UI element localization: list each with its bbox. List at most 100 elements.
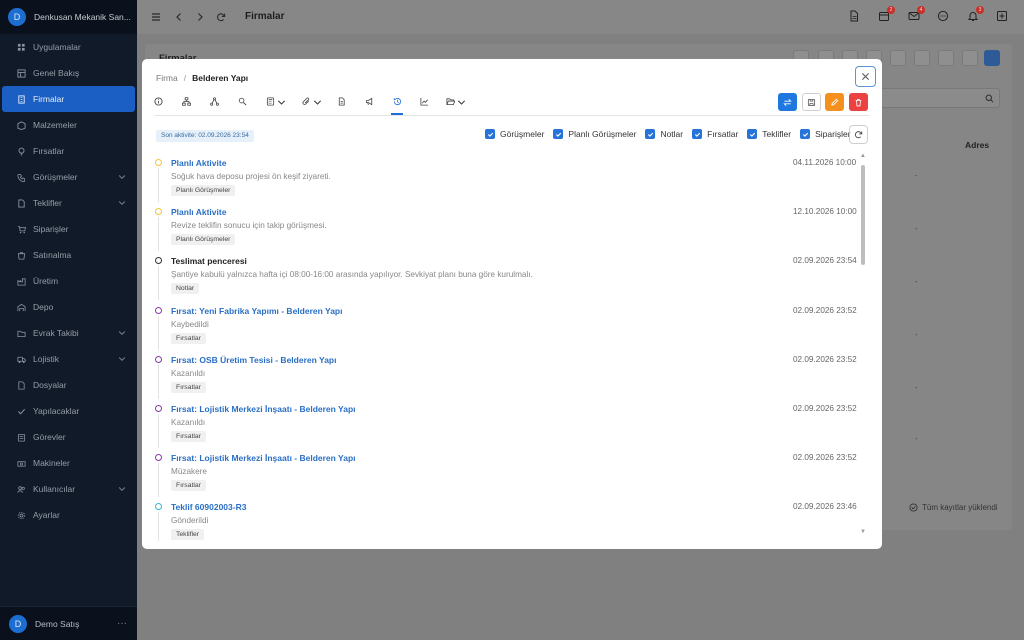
filter-checkbox[interactable]: Görüşmeler xyxy=(485,129,544,139)
sidebar-item[interactable]: Makineler xyxy=(0,450,137,476)
sidebar-item[interactable]: Görüşmeler xyxy=(0,164,137,190)
tab-info[interactable] xyxy=(154,95,163,115)
chevron-down-icon[interactable] xyxy=(118,485,126,493)
bg-settings-button[interactable] xyxy=(890,50,906,66)
bg-add-button[interactable] xyxy=(984,50,1000,66)
event-title[interactable]: Fırsat: OSB Üretim Tesisi - Belderen Yap… xyxy=(171,355,337,365)
scroll-up-arrow[interactable]: ▲ xyxy=(860,153,866,159)
bg-cell: - xyxy=(915,171,918,180)
checkbox-checked-icon[interactable] xyxy=(747,129,758,139)
sidebar-item[interactable]: Evrak Takibi xyxy=(0,320,137,346)
chevron-down-icon[interactable] xyxy=(118,199,126,207)
swap-icon xyxy=(783,98,792,107)
hamburger-icon[interactable] xyxy=(151,12,161,22)
sidebar-item[interactable]: Üretim xyxy=(0,268,137,294)
sidebar-footer[interactable]: D Demo Satış ··· xyxy=(0,606,137,640)
sidebar-menu: Uygulamalar Genel Bakış Firmalar Malzemeler… xyxy=(0,34,137,528)
event-title[interactable]: Planlı Aktivite xyxy=(171,158,226,168)
timeline-line xyxy=(158,266,159,301)
tab-campaigns[interactable] xyxy=(365,95,374,115)
close-button[interactable] xyxy=(855,66,876,87)
tab-statistics[interactable] xyxy=(420,95,429,115)
sidebar-item[interactable]: Uygulamalar xyxy=(0,34,137,60)
sidebar-item[interactable]: Fırsatlar xyxy=(0,138,137,164)
sidebar-item[interactable]: Lojistik xyxy=(0,346,137,372)
event-title[interactable]: Fırsat: Lojistik Merkezi İnşaatı - Belde… xyxy=(171,404,356,414)
sidebar-item[interactable]: Firmalar xyxy=(2,86,135,112)
checkbox-checked-icon[interactable] xyxy=(692,129,703,139)
filter-checkbox[interactable]: Notlar xyxy=(645,129,683,139)
sidebar-item-label: Ayarlar xyxy=(33,510,60,520)
mail-icon[interactable]: 4 xyxy=(908,6,925,22)
breadcrumb-parent[interactable]: Firma xyxy=(156,73,178,83)
sidebar-item[interactable]: Kullanıcılar xyxy=(0,476,137,502)
tab-hierarchy[interactable] xyxy=(182,95,191,115)
save-button[interactable] xyxy=(802,93,821,111)
tab-folders[interactable] xyxy=(445,95,466,115)
chat-icon[interactable] xyxy=(937,10,949,22)
tab-network[interactable] xyxy=(210,95,219,115)
checkbox-checked-icon[interactable] xyxy=(485,129,495,139)
timeline-scrollbar[interactable]: ▲ ▼ xyxy=(860,153,866,535)
compare-button[interactable] xyxy=(778,93,797,111)
sidebar-header[interactable]: D Denkusan Mekanik San... xyxy=(0,0,137,34)
document-icon[interactable] xyxy=(848,10,860,22)
refresh-button[interactable] xyxy=(849,125,868,144)
event-title[interactable]: Planlı Aktivite xyxy=(171,207,226,217)
timeline-event: Teklif 60902003-R3 Gönderildi Teklifler 02.… xyxy=(142,497,862,541)
bell-icon[interactable]: 3 xyxy=(967,6,984,22)
sidebar-item[interactable]: Siparişler xyxy=(0,216,137,242)
reload-icon[interactable] xyxy=(216,12,226,22)
tab-documents[interactable] xyxy=(337,95,346,115)
sidebar-item[interactable]: Teklifler xyxy=(0,190,137,216)
tab-calculator[interactable] xyxy=(265,95,286,115)
sidebar-item[interactable]: Yapılacaklar xyxy=(0,398,137,424)
chevron-down-icon[interactable] xyxy=(118,355,126,363)
checkbox-checked-icon[interactable] xyxy=(800,129,811,139)
forward-icon[interactable] xyxy=(195,12,205,22)
event-title[interactable]: Teklif 60902003-R3 xyxy=(171,502,246,512)
more-icon[interactable]: ··· xyxy=(117,618,127,629)
event-tag: Fırsatlar xyxy=(171,431,206,442)
back-icon[interactable] xyxy=(174,12,184,22)
bg-share-button[interactable] xyxy=(938,50,954,66)
checkbox-checked-icon[interactable] xyxy=(645,129,656,139)
sidebar-item[interactable]: Depo xyxy=(0,294,137,320)
breadcrumb: Firma / Belderen Yapı xyxy=(156,73,248,83)
tab-contacts[interactable] xyxy=(238,95,247,115)
sidebar-item-label: Dosyalar xyxy=(33,380,67,390)
sidebar-item[interactable]: Görevler xyxy=(0,424,137,450)
event-title[interactable]: Fırsat: Lojistik Merkezi İnşaatı - Belde… xyxy=(171,453,356,463)
filter-checkbox[interactable]: Siparişler xyxy=(800,129,851,139)
users-icon xyxy=(17,485,26,494)
hierarchy-icon xyxy=(182,97,191,106)
filter-checkbox[interactable]: Planlı Görüşmeler xyxy=(553,129,636,139)
logout-icon[interactable] xyxy=(996,10,1008,22)
event-date: 12.10.2026 10:00 xyxy=(793,207,857,217)
chevron-down-icon[interactable] xyxy=(118,329,126,337)
sidebar-item[interactable]: Malzemeler xyxy=(0,112,137,138)
tab-history[interactable] xyxy=(391,95,403,115)
sidebar-item-label: Üretim xyxy=(33,276,59,286)
edit-button[interactable] xyxy=(825,93,844,111)
sidebar-item[interactable]: Dosyalar xyxy=(0,372,137,398)
calendar-icon[interactable]: 2 xyxy=(878,6,895,22)
filter-checkbox[interactable]: Teklifler xyxy=(747,129,791,139)
tab-attachments[interactable] xyxy=(301,95,322,115)
bg-export-button[interactable] xyxy=(962,50,978,66)
checkbox-checked-icon[interactable] xyxy=(553,129,564,139)
event-title[interactable]: Fırsat: Yeni Fabrika Yapımı - Belderen Y… xyxy=(171,306,343,316)
bg-tree-button[interactable] xyxy=(914,50,930,66)
sidebar-item-label: Depo xyxy=(33,302,54,312)
sidebar-item[interactable]: Satınalma xyxy=(0,242,137,268)
delete-button[interactable] xyxy=(849,93,868,111)
sidebar-item[interactable]: Genel Bakış xyxy=(0,60,137,86)
scroll-down-arrow[interactable]: ▼ xyxy=(860,529,866,535)
document-icon xyxy=(17,198,26,208)
filter-checkbox[interactable]: Fırsatlar xyxy=(692,129,738,139)
chevron-down-icon[interactable] xyxy=(118,173,126,181)
bg-search-input[interactable] xyxy=(880,88,1000,108)
megaphone-icon xyxy=(365,97,374,106)
sidebar-item[interactable]: Ayarlar xyxy=(0,502,137,528)
scrollbar-thumb[interactable] xyxy=(861,165,865,265)
